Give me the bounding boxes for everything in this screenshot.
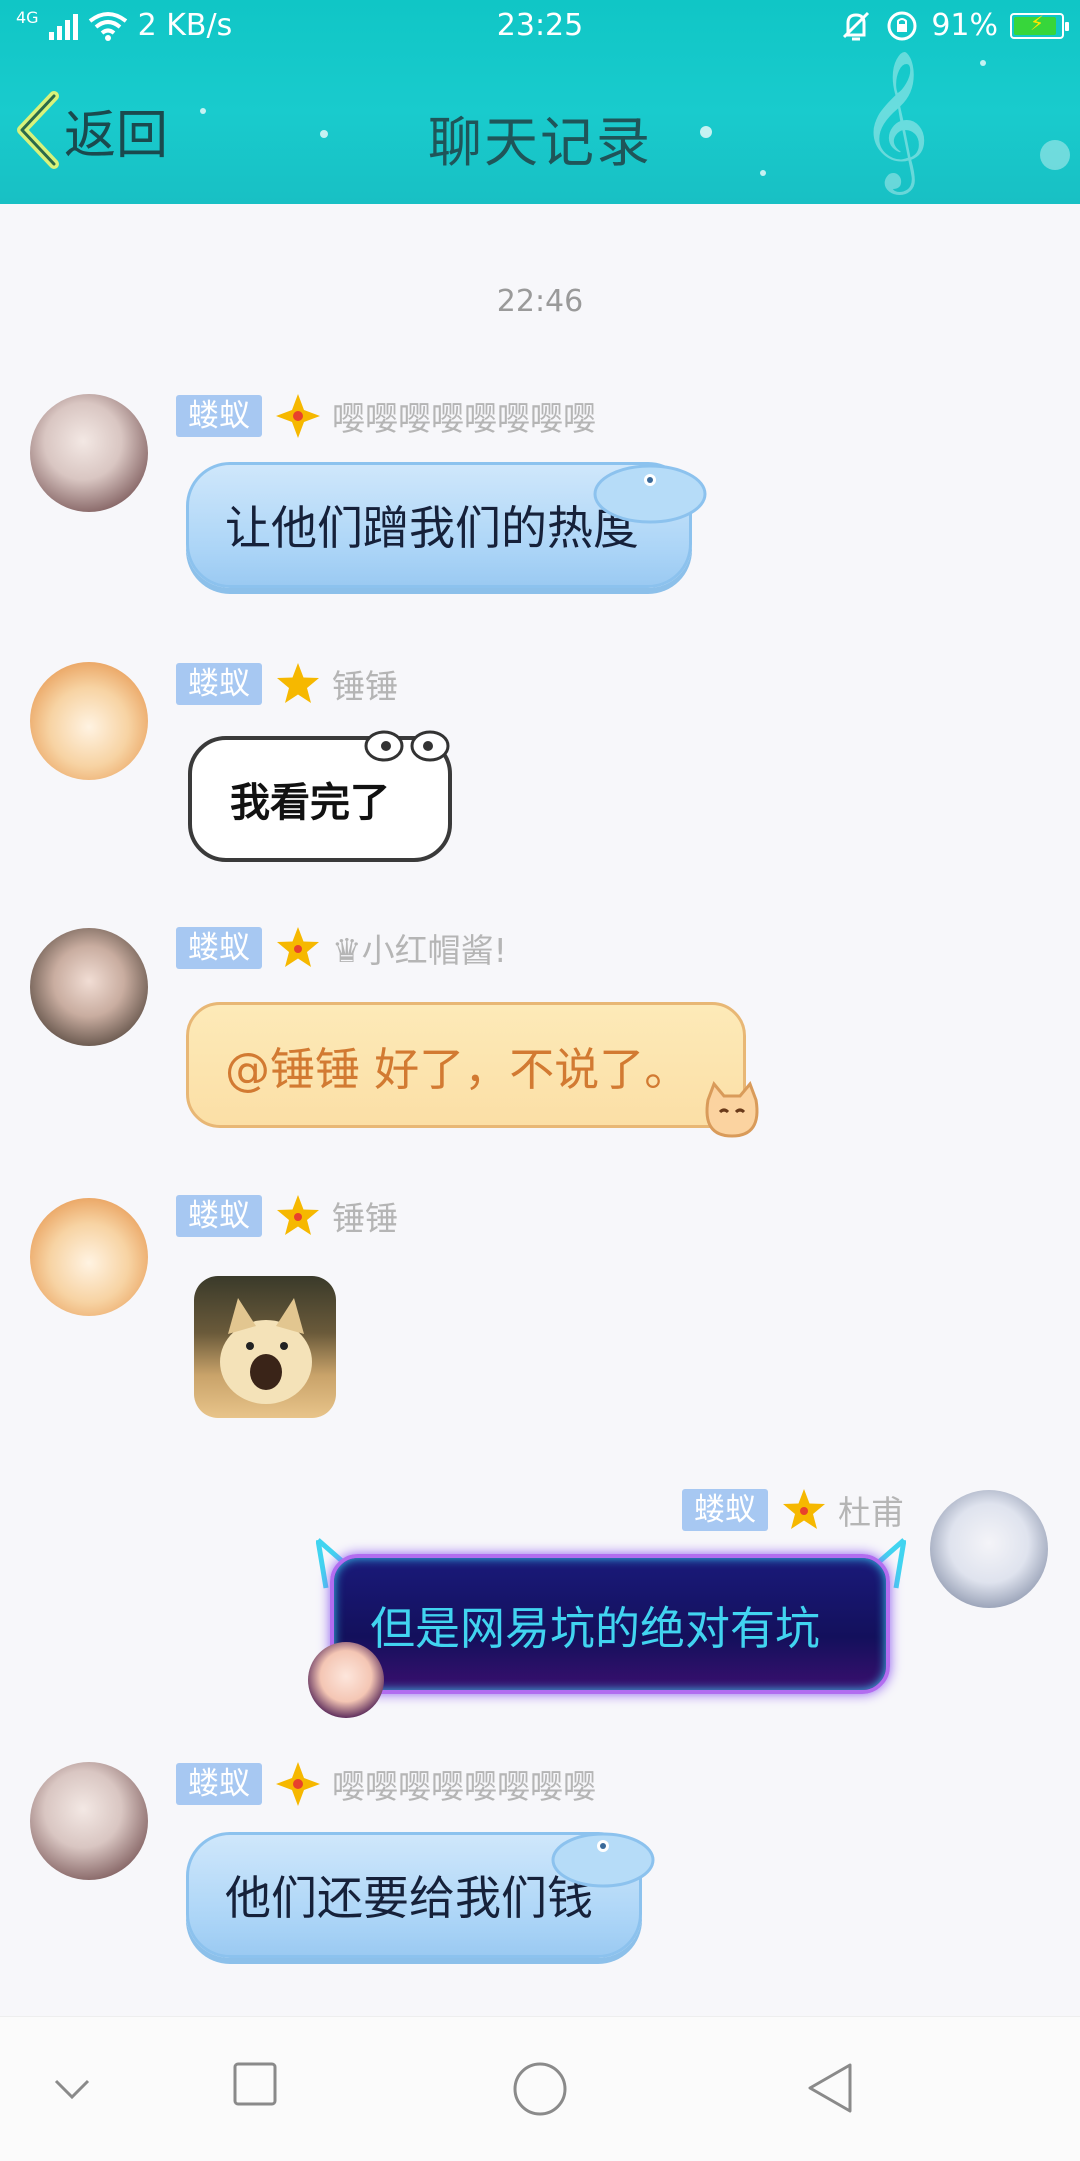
dog-face-icon <box>220 1298 312 1404</box>
chat-timestamp: 22:46 <box>496 284 584 319</box>
anime-character-decoration <box>308 1642 384 1718</box>
sender-name: 杜甫 <box>838 1493 904 1532</box>
system-nav-bar <box>0 2016 1080 2161</box>
message-text: 但是网易坑的绝对有坑 <box>370 1601 821 1655</box>
rotation-lock-icon <box>887 11 917 40</box>
nav-bar: 返回 聊天记录 𝄞 <box>0 50 1080 204</box>
home-button[interactable] <box>512 2061 568 2117</box>
message-row: 蝼蚁 锤锤 我看完了 <box>0 660 1080 880</box>
vibrate-icon <box>843 11 870 40</box>
star-icon <box>277 1195 319 1235</box>
diamond-star-icon <box>276 1762 320 1806</box>
message-row: 蝼蚁 嘤嘤嘤嘤嘤嘤嘤嘤 他们还要给我们钱 <box>0 1760 1080 1980</box>
battery-icon: ⚡ <box>1010 11 1069 39</box>
sender-meta: 蝼蚁 ♛小红帽酱! <box>176 924 507 972</box>
message-row: 蝼蚁 杜甫 但是网易坑的绝对有坑 <box>0 1486 1080 1746</box>
eyes-decoration-icon <box>364 730 450 762</box>
sender-meta: 蝼蚁 锤锤 <box>176 660 398 708</box>
sender-meta: 蝼蚁 杜甫 <box>682 1486 904 1534</box>
star-icon <box>277 927 319 967</box>
sender-meta: 蝼蚁 嘤嘤嘤嘤嘤嘤嘤嘤 <box>176 1760 596 1808</box>
rank-badge: 蝼蚁 <box>176 1763 262 1805</box>
sender-name: 嘤嘤嘤嘤嘤嘤嘤嘤 <box>332 399 596 438</box>
music-note-decoration: 𝄞 <box>859 50 930 189</box>
shiba-dog-avatar[interactable] <box>30 1198 148 1316</box>
recents-button[interactable] <box>232 2061 278 2107</box>
star-icon <box>783 1489 825 1529</box>
girl-portrait-avatar[interactable] <box>30 928 148 1046</box>
cat-decoration-icon <box>705 1081 759 1138</box>
message-bubble[interactable]: 但是网易坑的绝对有坑 <box>330 1554 890 1694</box>
whale-decoration-icon <box>593 464 707 524</box>
rank-badge: 蝼蚁 <box>176 927 262 969</box>
sender-meta: 蝼蚁 锤锤 <box>176 1192 398 1240</box>
message-text: @锤锤 好了，不说了。 <box>225 1042 690 1096</box>
chevron-down-icon[interactable] <box>54 2077 90 2101</box>
message-row: 蝼蚁 ♛小红帽酱! @锤锤 好了，不说了。 <box>0 924 1080 1154</box>
status-bar: 4G 2 KB/s 23:25 91% ⚡ <box>0 0 1080 56</box>
message-text: 他们还要给我们钱 <box>225 1871 593 1925</box>
rank-badge: 蝼蚁 <box>176 663 262 705</box>
back-nav-button[interactable] <box>804 2061 854 2115</box>
ancient-scholar-avatar[interactable] <box>930 1490 1048 1608</box>
message-row: 蝼蚁 锤锤 <box>0 1192 1080 1432</box>
rank-badge: 蝼蚁 <box>682 1489 768 1531</box>
shiba-dog-avatar[interactable] <box>30 662 148 780</box>
silver-hair-girl-avatar[interactable] <box>30 1762 148 1880</box>
sender-name: 嘤嘤嘤嘤嘤嘤嘤嘤 <box>332 1767 596 1806</box>
sender-name: ♛小红帽酱! <box>332 931 507 970</box>
rank-badge: 蝼蚁 <box>176 1195 262 1237</box>
shiba-sticker[interactable] <box>194 1276 336 1418</box>
star-icon <box>277 663 319 703</box>
whale-decoration-icon <box>551 1832 655 1888</box>
sender-name: 锤锤 <box>332 667 398 706</box>
message-row: 蝼蚁 嘤嘤嘤嘤嘤嘤嘤嘤 让他们蹭我们的热度 <box>0 392 1080 612</box>
diamond-star-icon <box>276 394 320 438</box>
header-bar: 4G 2 KB/s 23:25 91% ⚡ 返回 聊天记录 𝄞 <box>0 0 1080 204</box>
silver-hair-girl-avatar[interactable] <box>30 394 148 512</box>
message-bubble[interactable]: @锤锤 好了，不说了。 <box>186 1002 746 1128</box>
rank-badge: 蝼蚁 <box>176 395 262 437</box>
battery-percent: 91% <box>931 8 998 43</box>
sender-meta: 蝼蚁 嘤嘤嘤嘤嘤嘤嘤嘤 <box>176 392 596 440</box>
message-text: 我看完了 <box>230 779 390 826</box>
message-text: 让他们蹭我们的热度 <box>225 501 639 555</box>
sender-name: 锤锤 <box>332 1199 398 1238</box>
